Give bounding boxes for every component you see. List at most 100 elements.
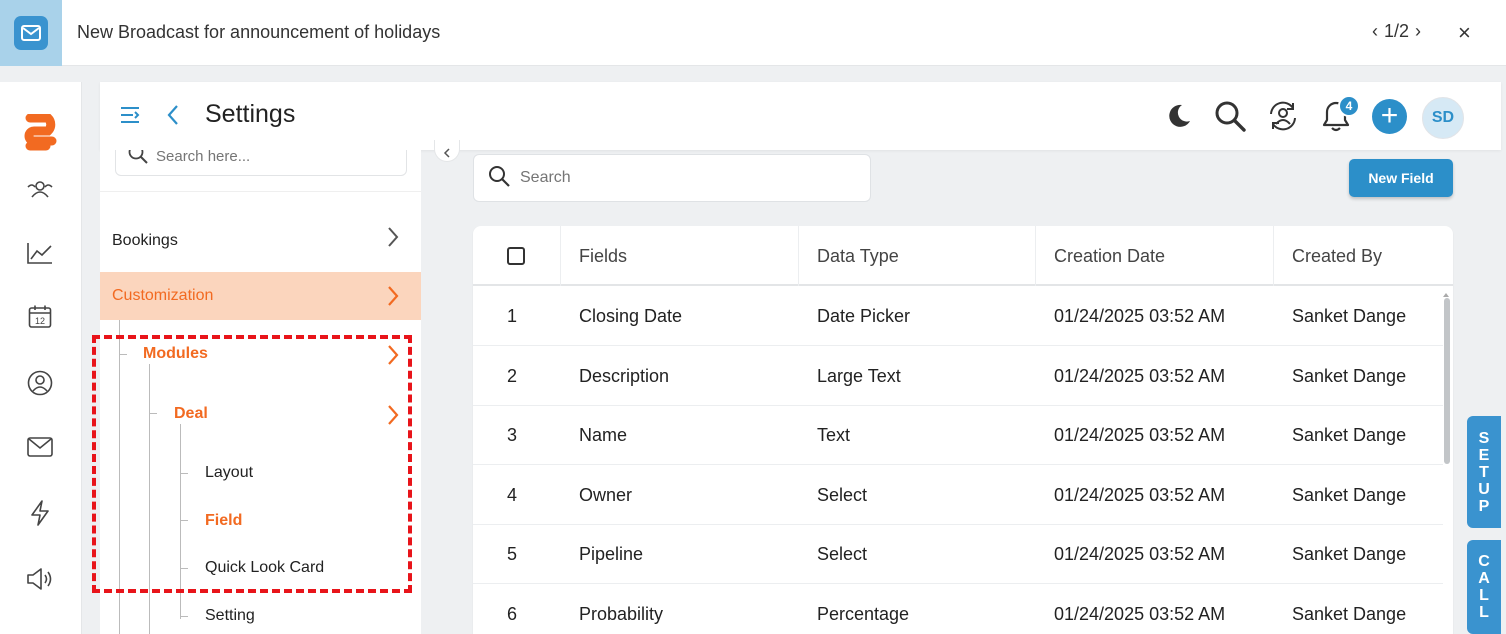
creation-date-cell: 01/24/2025 03:52 AM bbox=[1054, 484, 1226, 505]
mail-icon[interactable] bbox=[21, 428, 59, 466]
sync-user-icon[interactable] bbox=[1265, 98, 1301, 134]
setup-tab-letter: P bbox=[1478, 497, 1490, 515]
user-avatar[interactable]: SD bbox=[1422, 97, 1464, 139]
select-all-checkbox[interactable] bbox=[507, 247, 525, 265]
field-name-cell: Description bbox=[579, 365, 670, 386]
created-by-cell: Sanket Dange bbox=[1292, 365, 1407, 386]
broadcast-icon-wrap bbox=[0, 0, 62, 66]
calendar-icon[interactable]: 12 bbox=[21, 298, 59, 336]
table-row[interactable]: 2 Description Large Text 01/24/2025 03:52 A… bbox=[473, 347, 1443, 406]
field-name-cell: Name bbox=[579, 425, 628, 445]
divider bbox=[100, 191, 421, 192]
table-header: Fields Data Type Creation Date Created B… bbox=[473, 226, 1453, 286]
tree-line bbox=[180, 424, 181, 619]
next-broadcast-button[interactable]: › bbox=[1415, 21, 1421, 42]
sidebar-item-customization[interactable]: Customization bbox=[100, 272, 421, 320]
field-name-cell: Probability bbox=[579, 603, 664, 624]
broadcast-pager: ‹ 1/2 › bbox=[1372, 21, 1421, 42]
search-icon[interactable] bbox=[1212, 98, 1248, 134]
sidebar-item-field[interactable]: Field bbox=[205, 512, 242, 530]
sidebar-item-label: Bookings bbox=[112, 232, 178, 249]
field-name-cell: Pipeline bbox=[579, 544, 644, 564]
table-row[interactable]: 5 Pipeline Select 01/24/2025 03:52 AM Sanket… bbox=[473, 525, 1443, 584]
created-by-cell: Sanket Dange bbox=[1292, 306, 1407, 326]
scrollbar-thumb[interactable] bbox=[1444, 298, 1450, 464]
data-type-cell: Date Picker bbox=[817, 306, 911, 326]
tree-line bbox=[119, 320, 120, 634]
left-nav-rail: 12 bbox=[0, 82, 82, 634]
tree-line bbox=[149, 413, 157, 414]
sidebar-item-bookings[interactable]: Bookings bbox=[100, 218, 421, 264]
search-icon bbox=[488, 165, 510, 192]
data-type-cell: Select bbox=[817, 484, 868, 505]
tree-line bbox=[180, 616, 188, 617]
sidebar-item-quick-look-card[interactable]: Quick Look Card bbox=[205, 559, 324, 577]
chevron-right-icon bbox=[386, 404, 400, 432]
table-row[interactable]: 6 Probability Percentage 01/24/2025 03:52 A… bbox=[473, 585, 1443, 634]
table-row[interactable]: 3 Name Text 01/24/2025 03:52 AM Sanket Dange bbox=[473, 406, 1443, 465]
campaign-icon[interactable] bbox=[21, 560, 59, 598]
notification-count-badge: 4 bbox=[1338, 95, 1360, 117]
chevron-right-icon bbox=[386, 226, 400, 254]
add-button[interactable]: + bbox=[1372, 99, 1407, 134]
call-side-tab[interactable]: CALL bbox=[1467, 540, 1501, 634]
search-icon bbox=[128, 150, 148, 169]
table-row[interactable]: 4 Owner Select 01/24/2025 03:52 AM Sanket Da… bbox=[473, 466, 1443, 525]
brand-logo-icon[interactable] bbox=[21, 114, 59, 152]
back-icon[interactable] bbox=[166, 104, 180, 131]
automation-icon[interactable] bbox=[21, 494, 59, 532]
page-title: Settings bbox=[205, 100, 296, 128]
call-tab-letter: L bbox=[1479, 604, 1489, 621]
analytics-icon[interactable] bbox=[21, 234, 59, 272]
close-broadcast-button[interactable]: × bbox=[1458, 21, 1471, 45]
tree-line bbox=[119, 354, 127, 355]
collapse-panel-button[interactable] bbox=[434, 140, 460, 162]
setup-side-tab[interactable]: SETUP bbox=[1467, 416, 1501, 528]
column-header-created-by[interactable]: Created By bbox=[1274, 226, 1453, 286]
broadcast-title: New Broadcast for announcement of holida… bbox=[77, 22, 441, 42]
row-number: 1 bbox=[507, 306, 518, 326]
sidebar-item-setting[interactable]: Setting bbox=[205, 607, 255, 625]
tree-line bbox=[180, 473, 188, 474]
tree-line bbox=[149, 364, 150, 634]
call-tab-letter: L bbox=[1479, 587, 1489, 604]
setup-tab-letter: S bbox=[1478, 429, 1490, 447]
creation-date-cell: 01/24/2025 03:52 AM bbox=[1054, 306, 1226, 326]
panel-search-input[interactable] bbox=[156, 150, 396, 165]
chevron-right-icon bbox=[386, 344, 400, 372]
data-type-cell: Text bbox=[817, 425, 851, 445]
column-header-creation-date[interactable]: Creation Date bbox=[1036, 226, 1274, 286]
row-number: 6 bbox=[507, 603, 518, 624]
creation-date-cell: 01/24/2025 03:52 AM bbox=[1054, 544, 1226, 564]
column-header-fields[interactable]: Fields bbox=[561, 226, 799, 286]
settings-header: Settings 4 + SD bbox=[100, 82, 1501, 150]
dark-mode-icon[interactable] bbox=[1160, 98, 1196, 134]
chevron-left-icon bbox=[443, 147, 451, 161]
prev-broadcast-button[interactable]: ‹ bbox=[1372, 21, 1378, 42]
setup-tab-letter: T bbox=[1479, 463, 1489, 481]
sidebar-item-modules[interactable]: Modules bbox=[130, 340, 421, 370]
menu-toggle-icon[interactable] bbox=[119, 104, 141, 131]
new-field-button[interactable]: New Field bbox=[1349, 159, 1453, 197]
team-icon[interactable] bbox=[21, 170, 59, 208]
chevron-right-icon bbox=[386, 285, 400, 313]
data-type-cell: Select bbox=[817, 544, 868, 564]
panel-search-box[interactable] bbox=[115, 150, 407, 176]
broadcast-page-indicator: 1/2 bbox=[1384, 21, 1410, 41]
column-header-data-type[interactable]: Data Type bbox=[799, 226, 1036, 286]
field-name-cell: Closing Date bbox=[579, 306, 683, 326]
table-row[interactable]: 1 Closing Date Date Picker 01/24/2025 03:52… bbox=[473, 287, 1443, 346]
setup-tab-letter: E bbox=[1478, 446, 1490, 464]
field-search-input[interactable] bbox=[520, 169, 840, 187]
created-by-cell: Sanket Dange bbox=[1292, 484, 1407, 505]
row-number: 4 bbox=[507, 484, 518, 505]
contacts-icon[interactable] bbox=[21, 364, 59, 402]
field-search-box[interactable] bbox=[473, 154, 871, 202]
sidebar-item-deal[interactable]: Deal bbox=[160, 400, 421, 430]
sidebar-item-layout[interactable]: Layout bbox=[205, 464, 253, 482]
sidebar-item-label: Modules bbox=[143, 345, 208, 362]
row-number: 2 bbox=[507, 365, 518, 386]
data-type-cell: Large Text bbox=[817, 365, 901, 386]
tree-line bbox=[180, 568, 188, 569]
field-name-cell: Owner bbox=[579, 484, 633, 505]
